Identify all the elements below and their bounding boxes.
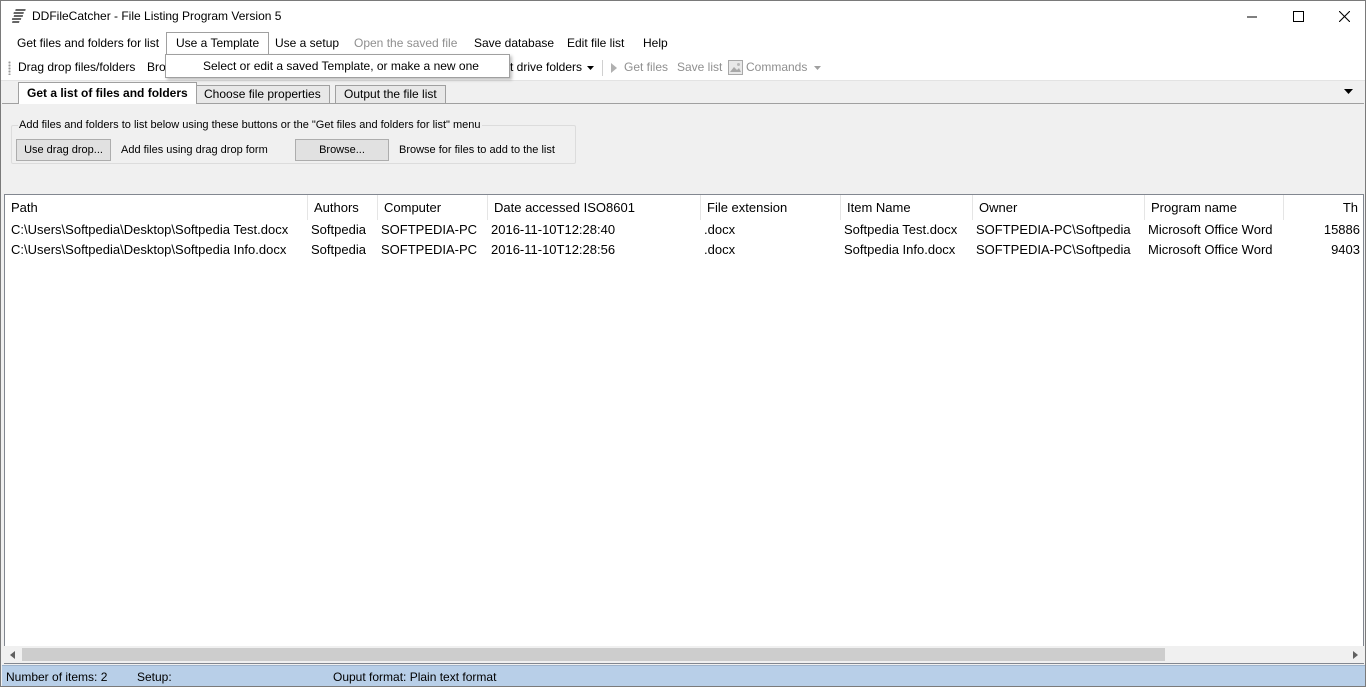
cell-path: C:\Users\Softpedia\Desktop\Softpedia Tes…	[11, 222, 289, 237]
list-header: Path Authors Computer Date accessed ISO8…	[5, 195, 1363, 220]
toolbar-grip[interactable]	[8, 61, 11, 75]
browse-description: Browse for files to add to the list	[399, 144, 555, 156]
menu-use-template[interactable]: Use a Template	[166, 32, 270, 55]
app-window: DDFileCatcher - File Listing Program Ver…	[0, 0, 1366, 687]
menu-get-files-folders[interactable]: Get files and folders for list	[8, 32, 168, 55]
close-icon	[1338, 11, 1350, 22]
scroll-right-button[interactable]	[1347, 646, 1364, 663]
close-button[interactable]	[1321, 1, 1365, 32]
menu-save-database[interactable]: Save database	[465, 32, 563, 55]
column-header-program-name[interactable]: Program name	[1145, 195, 1284, 220]
maximize-icon	[1292, 11, 1304, 22]
image-icon	[728, 60, 743, 75]
minimize-icon	[1247, 16, 1257, 17]
template-dropdown-menu: Select or edit a saved Template, or make…	[165, 54, 510, 78]
column-header-date-accessed[interactable]: Date accessed ISO8601	[488, 195, 701, 220]
cell-path: C:\Users\Softpedia\Desktop\Softpedia Inf…	[11, 242, 287, 257]
toolbar-drag-drop-button[interactable]: Drag drop files/folders	[18, 60, 135, 74]
table-row[interactable]: C:\Users\Softpedia\Desktop\Softpedia Tes…	[5, 220, 1363, 240]
window-title: DDFileCatcher - File Listing Program Ver…	[32, 9, 282, 23]
tab-get-list[interactable]: Get a list of files and folders	[18, 82, 197, 104]
cell-computer: SOFTPEDIA-PC	[381, 222, 478, 237]
status-items-count: Number of items: 2	[6, 670, 108, 684]
file-list-view[interactable]: Path Authors Computer Date accessed ISO8…	[4, 194, 1364, 664]
browse-button[interactable]: Browse...	[295, 139, 389, 161]
table-row[interactable]: C:\Users\Softpedia\Desktop\Softpedia Inf…	[5, 240, 1363, 260]
cell-owner: SOFTPEDIA-PC\Softpedia	[976, 222, 1131, 237]
horizontal-scrollbar[interactable]	[4, 646, 1364, 663]
column-header-owner[interactable]: Owner	[973, 195, 1145, 220]
status-bar: Number of items: 2 Setup: Ouput format: …	[2, 665, 1365, 686]
group-legend: Add files and folders to list below usin…	[18, 119, 482, 131]
chevron-down-icon	[814, 66, 821, 70]
use-drag-drop-button[interactable]: Use drag drop...	[16, 139, 111, 161]
menu-help[interactable]: Help	[634, 32, 677, 55]
cell-program-name: Microsoft Office Word	[1148, 222, 1273, 237]
column-header-th[interactable]: Th	[1284, 195, 1363, 220]
menu-bar: Get files and folders for list Use a Tem…	[1, 32, 1365, 55]
menu-use-setup[interactable]: Use a setup	[266, 32, 348, 55]
column-header-file-extension[interactable]: File extension	[701, 195, 841, 220]
cell-date-accessed: 2016-11-10T12:28:40	[491, 222, 616, 237]
status-output-format: Ouput format: Plain text format	[333, 670, 497, 684]
tab-dropdown-icon[interactable]	[1344, 89, 1353, 94]
scrollbar-thumb[interactable]	[22, 648, 1165, 661]
cell-owner: SOFTPEDIA-PC\Softpedia	[976, 242, 1131, 257]
tab-strip: Get a list of files and folders Choose f…	[1, 81, 1365, 104]
tab-output-list[interactable]: Output the file list	[335, 85, 446, 104]
maximize-button[interactable]	[1275, 1, 1321, 32]
toolbar-browse-button[interactable]: Bro	[147, 60, 166, 74]
chevron-right-icon	[1353, 650, 1358, 659]
cell-authors: Softpedia	[311, 222, 366, 237]
cell-date-accessed: 2016-11-10T12:28:56	[491, 242, 616, 257]
toolbar-separator	[602, 60, 603, 76]
chevron-down-icon	[587, 66, 594, 70]
column-header-computer[interactable]: Computer	[378, 195, 488, 220]
chevron-left-icon	[10, 650, 15, 659]
drag-drop-description: Add files using drag drop form	[121, 144, 268, 156]
toolbar-drive-folders-button[interactable]: t drive folders	[510, 60, 582, 74]
dropdown-select-template[interactable]: Select or edit a saved Template, or make…	[203, 59, 479, 73]
menu-edit-file-list[interactable]: Edit file list	[558, 32, 633, 55]
tab-page: Add files and folders to list below usin…	[2, 103, 1364, 193]
tab-file-properties[interactable]: Choose file properties	[195, 85, 330, 104]
app-logo-icon	[11, 9, 26, 23]
column-header-item-name[interactable]: Item Name	[841, 195, 973, 220]
status-setup: Setup:	[137, 670, 172, 684]
toolbar-commands-button[interactable]: Commands	[746, 60, 807, 74]
cell-th: 15886	[1323, 222, 1360, 237]
cell-item-name: Softpedia Test.docx	[844, 222, 958, 237]
title-bar: DDFileCatcher - File Listing Program Ver…	[1, 1, 1365, 32]
toolbar-save-list-button[interactable]: Save list	[677, 60, 722, 74]
column-header-authors[interactable]: Authors	[308, 195, 378, 220]
cell-computer: SOFTPEDIA-PC	[381, 242, 478, 257]
minimize-button[interactable]	[1229, 1, 1275, 32]
scroll-left-button[interactable]	[4, 646, 21, 663]
cell-th: 9403	[1331, 242, 1360, 257]
menu-open-saved-file[interactable]: Open the saved file	[345, 32, 466, 55]
column-header-path[interactable]: Path	[5, 195, 308, 220]
cell-authors: Softpedia	[311, 242, 366, 257]
toolbar-get-files-button[interactable]: Get files	[624, 60, 668, 74]
cell-item-name: Softpedia Info.docx	[844, 242, 956, 257]
cell-file-extension: .docx	[704, 242, 736, 257]
play-icon	[611, 63, 617, 73]
cell-program-name: Microsoft Office Word	[1148, 242, 1273, 257]
cell-file-extension: .docx	[704, 222, 736, 237]
